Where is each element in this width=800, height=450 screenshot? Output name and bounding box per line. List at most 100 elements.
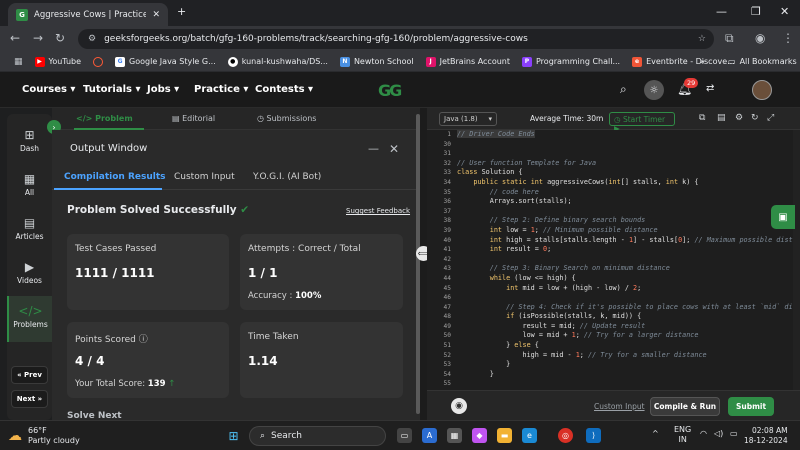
nav-tutorials[interactable]: Tutorials ▾: [83, 84, 141, 95]
code-editor[interactable]: 1 30 31 32 33 34 35 36 37 38 39 40 41 42 43 44 45 46 47 48 4…: [427, 130, 800, 390]
bookmark-newton[interactable]: N Newton School: [339, 56, 414, 67]
apps-icon[interactable]: ▦: [14, 57, 23, 67]
submit-button[interactable]: Submit: [728, 397, 774, 416]
app-icon-a[interactable]: A: [422, 428, 437, 443]
code-line[interactable]: [457, 293, 800, 303]
volume-icon[interactable]: ◁): [714, 429, 723, 438]
nav-contests[interactable]: Contests ▾: [255, 84, 313, 95]
bookmark-star-icon[interactable]: ☆: [698, 34, 706, 44]
store-icon[interactable]: ▦: [447, 428, 462, 443]
code-line[interactable]: int high = stalls[stalls.length - 1] - s…: [457, 236, 800, 246]
bookmark-google[interactable]: G Google Java Style G...: [115, 56, 216, 67]
windows-start-icon[interactable]: ⊞: [226, 428, 241, 443]
suggest-feedback-link[interactable]: Suggest Feedback: [346, 207, 410, 215]
menu-icon[interactable]: ⋮: [782, 31, 794, 45]
code-line[interactable]: }: [457, 370, 800, 380]
chat-icon[interactable]: ▣: [771, 205, 795, 229]
taskbar-search[interactable]: ⌕ Search: [249, 426, 386, 446]
gfg-logo[interactable]: GG: [378, 81, 402, 100]
weather-widget[interactable]: ☁ 66°F Partly cloudy: [8, 426, 80, 446]
code-line[interactable]: result = mid; // Update result: [457, 322, 800, 332]
tab-custom-input[interactable]: Custom Input: [174, 172, 235, 182]
rail-all[interactable]: ▦ All: [7, 172, 52, 197]
code-line[interactable]: low = mid + 1; // Try for a larger dista…: [457, 331, 800, 341]
code-line[interactable]: while (low <= high) {: [457, 274, 800, 284]
edge-icon[interactable]: e: [522, 428, 537, 443]
bookmark-github[interactable]: ● kunal-kushwaha/DS...: [227, 56, 328, 67]
bookmark-programming[interactable]: P Programming Chall...: [522, 56, 620, 67]
custom-input-link[interactable]: Custom Input: [594, 402, 645, 411]
rail-articles[interactable]: ▤ Articles: [7, 216, 52, 241]
nav-jobs[interactable]: Jobs ▾: [147, 84, 179, 95]
tab-problem[interactable]: </> Problem: [76, 114, 133, 123]
code-line[interactable]: if (isPossible(stalls, k, mid)) {: [457, 312, 800, 322]
language-select[interactable]: Java (1.8) ▾: [439, 112, 497, 126]
chevron-up-icon[interactable]: ^: [652, 429, 659, 438]
close-window-icon[interactable]: ✕: [780, 5, 789, 18]
rail-problems[interactable]: </> Problems: [7, 296, 52, 342]
code-line[interactable]: [457, 207, 800, 217]
code-line[interactable]: // Step 2: Define binary search bounds: [457, 216, 800, 226]
all-bookmarks[interactable]: ▭ All Bookmarks: [728, 57, 797, 66]
back-icon[interactable]: ←: [10, 31, 20, 45]
tab-editorial[interactable]: ▤ Editorial: [172, 114, 215, 123]
fullscreen-icon[interactable]: ⤢: [767, 113, 774, 123]
code-line[interactable]: [457, 140, 800, 150]
new-tab-icon[interactable]: +: [177, 5, 186, 18]
code-line[interactable]: }: [457, 360, 800, 370]
bookmark-eventbrite[interactable]: e Eventbrite - Discove...: [632, 56, 735, 67]
next-button[interactable]: Next »: [11, 390, 48, 408]
tab-submissions[interactable]: ◷ Submissions: [257, 114, 316, 123]
code-line[interactable]: // Step 4: Check if it's possible to pla…: [457, 303, 800, 313]
code-line[interactable]: public static int aggressiveCows(int[] s…: [457, 178, 800, 188]
minimize-window-icon[interactable]: —: [716, 5, 727, 18]
close-output-icon[interactable]: ✕: [389, 142, 399, 156]
tab-compilation-results[interactable]: Compilation Results: [64, 172, 166, 182]
code-line[interactable]: [457, 149, 800, 159]
code-content[interactable]: // Driver Code Ends // User function Temp…: [457, 130, 800, 390]
theme-toggle-icon[interactable]: ☼: [644, 80, 664, 100]
document-icon[interactable]: ▤: [717, 113, 726, 123]
copilot-icon[interactable]: ◆: [472, 428, 487, 443]
settings-icon[interactable]: ⚙: [735, 113, 743, 123]
prev-button[interactable]: « Prev: [11, 366, 48, 384]
code-line[interactable]: int low = 1; // Minimum possible distanc…: [457, 226, 800, 236]
forward-icon[interactable]: →: [33, 31, 43, 45]
panel-divider[interactable]: [420, 108, 427, 420]
close-tab-icon[interactable]: ✕: [152, 10, 160, 20]
user-avatar[interactable]: [752, 80, 772, 100]
code-line[interactable]: [457, 379, 800, 389]
code-line[interactable]: } else {: [457, 341, 800, 351]
rail-videos[interactable]: ▶ Videos: [7, 260, 52, 285]
address-bar[interactable]: ⚙ geeksforgeeks.org/batch/gfg-160-proble…: [78, 29, 714, 49]
rail-dash[interactable]: ⊞ Dash: [7, 128, 52, 153]
code-line[interactable]: Arrays.sort(stalls);: [457, 197, 800, 207]
code-line[interactable]: [457, 255, 800, 265]
site-info-icon[interactable]: ⚙: [88, 34, 96, 44]
minimize-output-icon[interactable]: —: [368, 142, 379, 155]
info-icon[interactable]: ⓘ: [139, 335, 148, 345]
extensions-icon[interactable]: ⧉: [725, 31, 734, 46]
reload-icon[interactable]: ↻: [55, 31, 65, 45]
search-icon[interactable]: ⌕: [620, 82, 627, 97]
nav-courses[interactable]: Courses ▾: [22, 84, 75, 95]
battery-icon[interactable]: ▭: [730, 429, 738, 438]
editor-scrollbar[interactable]: [793, 130, 800, 390]
nav-practice[interactable]: Practice ▾: [194, 84, 248, 95]
code-line[interactable]: // Driver Code Ends: [457, 130, 800, 140]
maximize-window-icon[interactable]: ❐: [751, 5, 761, 18]
tab-yogi-ai-bot[interactable]: Y.O.G.I. (AI Bot): [253, 172, 321, 182]
more-bookmarks-icon[interactable]: »: [700, 57, 705, 66]
vscode-icon[interactable]: ⟩: [586, 428, 601, 443]
bookmark-youtube[interactable]: ▶ YouTube: [34, 56, 81, 67]
reset-icon[interactable]: ↻: [751, 113, 759, 123]
browser-tab[interactable]: G Aggressive Cows | Practice | Ge ✕: [8, 3, 168, 26]
code-line[interactable]: int mid = low + (high - low) / 2;: [457, 284, 800, 294]
task-view-icon[interactable]: ▭: [397, 428, 412, 443]
bookmark-jetbrains[interactable]: J JetBrains Account: [425, 56, 510, 67]
code-line[interactable]: int result = 0;: [457, 245, 800, 255]
code-line[interactable]: // Step 3: Binary Search on minimum dist…: [457, 264, 800, 274]
clock[interactable]: 02:08 AM 18-12-2024: [744, 426, 788, 446]
translate-icon[interactable]: ⇄: [706, 83, 714, 94]
code-line[interactable]: // User function Template for Java: [457, 159, 800, 169]
